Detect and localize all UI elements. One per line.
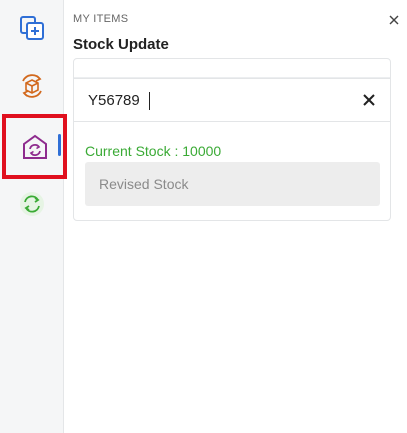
active-indicator — [58, 134, 61, 156]
card-header-strip — [74, 59, 390, 78]
current-stock-label: Current Stock : 10000 — [85, 143, 222, 159]
close-button[interactable] — [386, 12, 402, 28]
warehouse-refresh-icon — [21, 133, 49, 161]
close-icon — [386, 15, 402, 32]
clear-search-button[interactable] — [362, 93, 376, 107]
refresh-icon — [19, 191, 45, 217]
copy-plus-icon — [19, 15, 45, 41]
sidebar-item-refresh[interactable] — [0, 184, 63, 224]
box-refresh-icon — [18, 72, 46, 100]
revised-stock-input[interactable] — [85, 162, 380, 206]
sidebar — [0, 0, 67, 433]
sidebar-item-add-copy[interactable] — [0, 8, 63, 48]
section-label: MY ITEMS — [73, 13, 129, 25]
stock-update-panel: MY ITEMS Stock Update Current Stock : 10… — [64, 0, 407, 433]
page-title: Stock Update — [73, 36, 169, 53]
clear-icon — [362, 94, 376, 111]
item-search-box — [73, 78, 391, 122]
item-code-input[interactable] — [88, 90, 338, 110]
text-cursor — [149, 92, 150, 110]
sidebar-item-box-sync[interactable] — [0, 66, 63, 106]
